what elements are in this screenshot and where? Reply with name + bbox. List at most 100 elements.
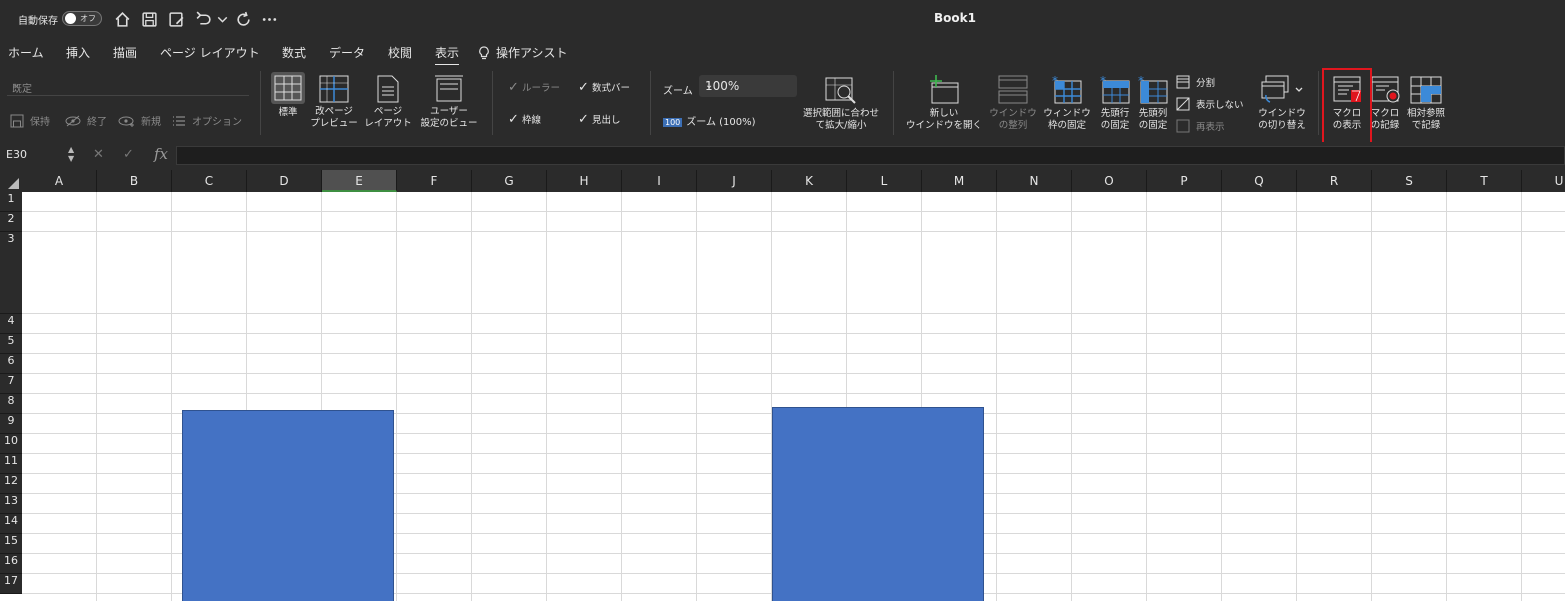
- column-header-m[interactable]: M: [922, 170, 997, 192]
- freeze-panes-icon: *: [1052, 75, 1082, 104]
- column-header-u[interactable]: U: [1522, 170, 1565, 192]
- save-icon: [10, 114, 24, 127]
- row-gridline: [22, 393, 1565, 394]
- new-button[interactable]: 新規: [118, 113, 161, 128]
- new-window-button[interactable]: 新しい ウインドウを開く: [902, 75, 986, 132]
- list-icon: [173, 115, 185, 126]
- window-title: Book1: [934, 11, 976, 25]
- headings-checkbox[interactable]: ✓ 見出し: [578, 112, 621, 127]
- new-window-icon: [930, 75, 959, 104]
- column-header-a[interactable]: A: [22, 170, 97, 192]
- ribbon-divider: [650, 71, 651, 135]
- split-button[interactable]: 分割: [1176, 75, 1215, 89]
- unhide-label: 再表示: [1196, 122, 1225, 133]
- column-header-t[interactable]: T: [1447, 170, 1522, 192]
- tab-insert[interactable]: 挿入: [66, 44, 90, 61]
- hide-icon: [1176, 97, 1190, 111]
- new-label: 新規: [141, 117, 161, 128]
- tab-review[interactable]: 校閲: [388, 44, 412, 61]
- home-icon[interactable]: [112, 9, 132, 29]
- gridlines-checkbox[interactable]: ✓ 枠線: [508, 112, 541, 127]
- column-header-q[interactable]: Q: [1222, 170, 1297, 192]
- column-header-d[interactable]: D: [247, 170, 322, 192]
- tab-tell-me[interactable]: 操作アシスト: [478, 44, 568, 61]
- column-header-p[interactable]: P: [1147, 170, 1222, 192]
- tab-formulas[interactable]: 数式: [282, 44, 306, 61]
- tab-draw[interactable]: 描画: [113, 44, 137, 61]
- exit-button[interactable]: 終了: [64, 113, 107, 128]
- formula-bar-checkbox[interactable]: ✓ 数式バー: [578, 80, 630, 95]
- zoom-100-button[interactable]: 100 ズーム (100%): [663, 113, 756, 128]
- blue-rectangle-shape[interactable]: [772, 407, 984, 601]
- column-header-c[interactable]: C: [172, 170, 247, 192]
- column-header-f[interactable]: F: [397, 170, 472, 192]
- column-gridline: [1071, 192, 1072, 601]
- cancel-icon[interactable]: ✕: [93, 147, 104, 162]
- ribbon-tabs: ホーム 挿入 描画 ページ レイアウト 数式 データ 校閲 表示 操作アシスト: [0, 38, 1565, 66]
- undo-icon[interactable]: [193, 9, 213, 29]
- chevron-down-icon: ⌄: [705, 80, 714, 91]
- formula-bar-label: 数式バー: [592, 83, 631, 94]
- keep-button[interactable]: 保持: [10, 113, 50, 128]
- more-icon[interactable]: [259, 9, 279, 29]
- undo-dropdown-icon[interactable]: [212, 9, 232, 29]
- custom-views-label-1: ユーザー: [430, 106, 468, 117]
- tab-view[interactable]: 表示: [435, 44, 460, 66]
- column-header-g[interactable]: G: [472, 170, 547, 192]
- column-gridline: [996, 192, 997, 601]
- column-header-e[interactable]: E: [322, 170, 397, 192]
- column-header-k[interactable]: K: [772, 170, 847, 192]
- freeze-top-row-label-2: の固定: [1100, 120, 1130, 131]
- column-header-j[interactable]: J: [697, 170, 772, 192]
- row-header-3[interactable]: 3: [0, 232, 22, 314]
- name-box[interactable]: E30: [6, 148, 27, 161]
- freeze-panes-button[interactable]: * ウィンドウ 枠の固定: [1040, 75, 1094, 132]
- relative-reference-button[interactable]: 相対参照 で記録: [1404, 75, 1448, 132]
- check-icon: ✓: [508, 112, 519, 127]
- worksheet-grid[interactable]: ABCDEFGHIJKLMNOPQRSTU 1 2 3 4 5 6 7 8 9 10 11 12 13 1…: [0, 170, 1565, 601]
- name-box-spinner-icon[interactable]: ▲ ▼: [68, 145, 74, 163]
- column-header-n[interactable]: N: [997, 170, 1072, 192]
- tab-home[interactable]: ホーム: [8, 44, 44, 61]
- formula-input[interactable]: [176, 146, 1565, 165]
- zoom-dropdown[interactable]: 100% ⌄: [699, 75, 797, 97]
- row-header-17[interactable]: 17: [0, 574, 22, 594]
- column-header-r[interactable]: R: [1297, 170, 1372, 192]
- freeze-top-row-button[interactable]: * 先頭行 の固定: [1096, 75, 1134, 132]
- column-header-i[interactable]: I: [622, 170, 697, 192]
- zoom-to-selection-button[interactable]: 選択範囲に合わせ て拡大/縮小: [800, 77, 882, 132]
- zoom-selection-icon: [825, 77, 856, 104]
- page-break-label-1: 改ページ: [315, 106, 353, 117]
- unhide-window-button[interactable]: 再表示: [1176, 119, 1225, 133]
- column-header-b[interactable]: B: [97, 170, 172, 192]
- column-header-s[interactable]: S: [1372, 170, 1447, 192]
- arrange-all-button[interactable]: ウインドウ の整列: [986, 75, 1040, 132]
- normal-view-button[interactable]: 標準: [270, 72, 306, 119]
- tab-data[interactable]: データ: [329, 44, 365, 61]
- hide-window-button[interactable]: 表示しない: [1176, 97, 1244, 111]
- normal-view-label: 標準: [278, 107, 298, 118]
- ruler-checkbox[interactable]: ✓ ルーラー: [508, 80, 560, 95]
- record-macro-button[interactable]: マクロ の記録: [1368, 75, 1402, 132]
- blue-rectangle-shape[interactable]: [182, 410, 394, 601]
- redo-icon[interactable]: [233, 9, 253, 29]
- options-button[interactable]: オプション: [172, 113, 242, 128]
- sheet-view-dropdown[interactable]: 既定 ⌄: [7, 75, 249, 96]
- column-header-h[interactable]: H: [547, 170, 622, 192]
- page-layout-button[interactable]: ページ レイアウト: [364, 75, 412, 130]
- save-as-icon[interactable]: [166, 9, 186, 29]
- page-break-preview-button[interactable]: 改ページ プレビュー: [308, 75, 360, 130]
- column-gridline: [396, 192, 397, 601]
- save-icon[interactable]: [139, 9, 159, 29]
- custom-views-button[interactable]: ユーザー 設定のビュー: [418, 75, 480, 130]
- insert-function-icon[interactable]: fx: [154, 145, 168, 163]
- column-header-o[interactable]: O: [1072, 170, 1147, 192]
- freeze-first-column-button[interactable]: * 先頭列 の固定: [1134, 75, 1172, 132]
- switch-windows-button[interactable]: ウインドウ の切り替え: [1254, 75, 1310, 132]
- column-header-l[interactable]: L: [847, 170, 922, 192]
- confirm-icon[interactable]: ✓: [123, 147, 134, 162]
- freeze-panes-label-1: ウィンドウ: [1043, 108, 1091, 119]
- tab-page-layout[interactable]: ページ レイアウト: [160, 44, 260, 61]
- freeze-first-column-icon: *: [1138, 75, 1168, 104]
- autosave-toggle[interactable]: オフ: [62, 11, 102, 26]
